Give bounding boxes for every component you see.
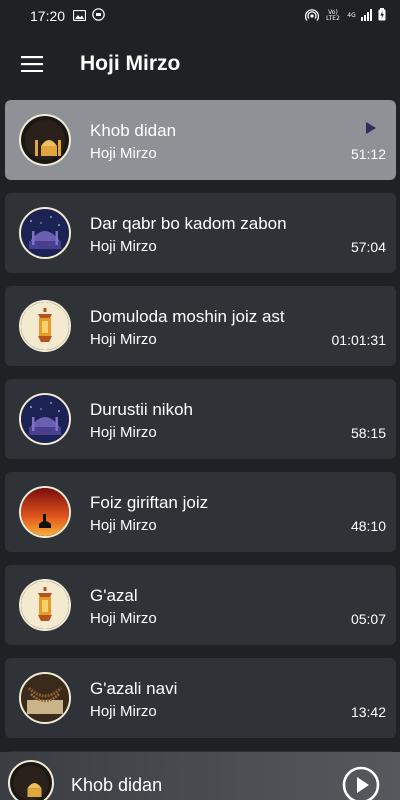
status-time: 17:20 [30,8,66,24]
play-circle-icon[interactable] [342,766,380,800]
mosque-moon-icon [19,114,71,166]
track-duration: 13:42 [350,704,386,720]
track-title: G'azal [90,586,138,605]
track-item-gazali-navi[interactable]: G'azali navi Hoji Mirzo 13:42 [5,658,396,738]
track-artist: Hoji Mirzo [90,238,157,255]
track-title: Khob didan [90,121,177,140]
app-bar: Hoji Mirzo [0,32,400,96]
signal-bars-icon [361,8,373,24]
app-title: Hoji Mirzo [80,52,181,75]
track-duration: 51:12 [350,146,386,162]
mini-player[interactable]: Khob didan [0,752,400,800]
track-item-khob-didan[interactable]: Khob didan Hoji Mirzo 51:12 [5,100,396,180]
track-item-dar-qabr[interactable]: Dar qabr bo kadom zabon Hoji Mirzo 57:04 [5,193,396,273]
status-bar: 17:20 Vo) LTE2 4G [0,0,400,32]
prayer-beads-icon [19,672,71,724]
track-item-gazal[interactable]: G'azal Hoji Mirzo 05:07 [5,565,396,645]
track-title: Domuloda moshin joiz ast [90,307,285,326]
image-icon [72,8,87,24]
sunset-crescent-icon [19,486,71,538]
night-mosque-icon [19,207,71,259]
track-title: Foiz giriftan joiz [90,493,209,512]
lantern-icon [19,579,71,631]
hamburger-menu-icon [21,56,43,72]
battery-charging-icon [378,8,386,24]
track-duration: 48:10 [350,518,386,534]
track-artist: Hoji Mirzo [90,331,157,348]
track-artist: Hoji Mirzo [90,703,157,720]
track-item-domuloda[interactable]: Domuloda moshin joiz ast Hoji Mirzo 01:0… [5,286,396,366]
track-duration: 01:01:31 [331,332,387,348]
playing-indicator-icon [366,122,376,134]
menu-button[interactable] [0,32,64,96]
signal-4g-icon: 4G [347,12,356,19]
night-mosque-icon [19,393,71,445]
track-artist: Hoji Mirzo [90,424,157,441]
track-duration: 57:04 [350,239,386,255]
track-artist: Hoji Mirzo [90,517,157,534]
track-title: Dar qabr bo kadom zabon [90,214,287,233]
lantern-icon [19,300,71,352]
player-title: Khob didan [71,775,163,795]
track-title: Durustii nikoh [90,400,193,419]
track-duration: 58:15 [350,425,386,441]
mosque-moon-icon [8,760,54,800]
track-artist: Hoji Mirzo [90,145,157,162]
volte-icon: Vo) LTE2 [326,9,340,22]
track-item-foiz-giriftan[interactable]: Foiz giriftan joiz Hoji Mirzo 48:10 [5,472,396,552]
track-title: G'azali navi [90,679,178,698]
track-item-durustii-nikoh[interactable]: Durustii nikoh Hoji Mirzo 58:15 [5,379,396,459]
app-badge-icon [92,8,105,24]
track-duration: 05:07 [350,611,386,627]
track-artist: Hoji Mirzo [90,610,157,627]
hotspot-icon [304,8,320,25]
